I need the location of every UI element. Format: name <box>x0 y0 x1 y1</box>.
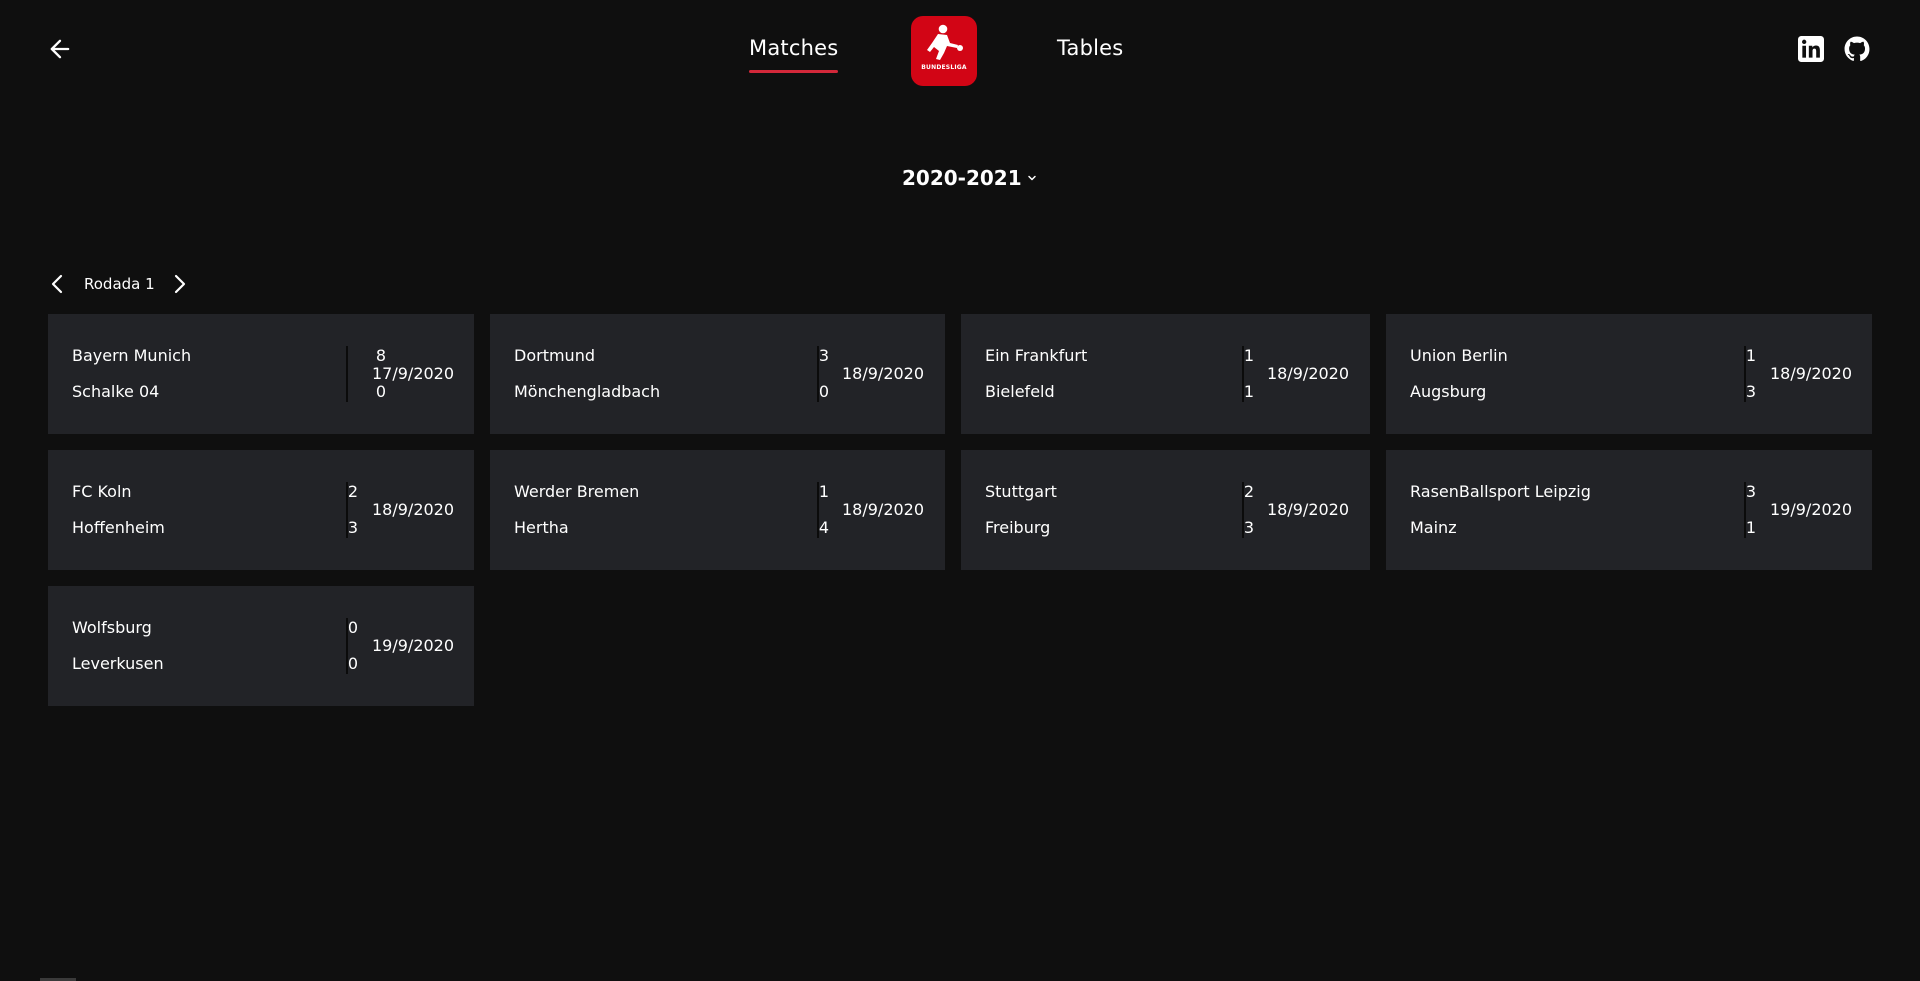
match-card[interactable]: Dortmund Mönchengladbach 3 0 18/9/2020 <box>490 314 945 434</box>
home-score: 8 <box>375 346 386 365</box>
home-score: 1 <box>1243 346 1254 365</box>
match-date: 19/9/2020 <box>372 636 455 655</box>
match-card[interactable]: Union Berlin Augsburg 1 3 18/9/2020 <box>1386 314 1872 434</box>
card-divider <box>346 618 348 674</box>
card-divider <box>346 482 348 538</box>
card-divider <box>1242 346 1244 402</box>
home-score: 3 <box>818 346 829 365</box>
away-score: 0 <box>347 654 358 673</box>
home-team: Bayern Munich <box>72 346 192 365</box>
home-team: Ein Frankfurt <box>985 346 1088 365</box>
away-score: 3 <box>1243 518 1254 537</box>
match-card[interactable]: FC Koln Hoffenheim 2 3 18/9/2020 <box>48 450 474 570</box>
player-kick-icon <box>927 24 963 60</box>
card-divider <box>1744 482 1746 538</box>
chevron-left-icon[interactable] <box>46 272 70 296</box>
away-team: Hertha <box>514 518 569 537</box>
tab-matches[interactable]: Matches <box>749 36 839 73</box>
card-divider <box>1744 346 1746 402</box>
match-date: 18/9/2020 <box>1267 500 1350 519</box>
season-label: 2020-2021 <box>902 166 1022 190</box>
logo-text: BUNDESLIGA <box>921 64 967 71</box>
bundesliga-logo[interactable]: BUNDESLIGA <box>911 16 977 86</box>
match-card[interactable]: RasenBallsport Leipzig Mainz 3 1 19/9/20… <box>1386 450 1872 570</box>
page: Matches BUNDESLIGA Tables 2020-2021 Roda… <box>0 0 1920 981</box>
round-navigation: Rodada 1 <box>46 272 191 296</box>
away-score: 4 <box>818 518 829 537</box>
match-date: 18/9/2020 <box>1770 364 1853 383</box>
card-divider <box>817 482 819 538</box>
card-divider <box>817 346 819 402</box>
card-divider <box>346 346 348 402</box>
away-score: 1 <box>1243 382 1254 401</box>
home-score: 1 <box>818 482 829 501</box>
match-date: 18/9/2020 <box>372 500 455 519</box>
away-team: Bielefeld <box>985 382 1055 401</box>
home-team: Wolfsburg <box>72 618 152 637</box>
home-score: 2 <box>347 482 358 501</box>
home-score: 1 <box>1745 346 1756 365</box>
match-card[interactable]: Bayern Munich Schalke 04 8 0 17/9/2020 <box>48 314 474 434</box>
away-team: Freiburg <box>985 518 1051 537</box>
arrow-left-icon[interactable] <box>46 35 74 63</box>
away-team: Mönchengladbach <box>514 382 661 401</box>
home-score: 2 <box>1243 482 1254 501</box>
away-team: Leverkusen <box>72 654 164 673</box>
away-score: 0 <box>818 382 829 401</box>
chevron-right-icon[interactable] <box>167 272 191 296</box>
home-team: Stuttgart <box>985 482 1057 501</box>
linkedin-icon[interactable] <box>1798 36 1824 62</box>
match-date: 17/9/2020 <box>372 364 455 383</box>
chevron-down-icon <box>1027 175 1036 181</box>
round-label: Rodada 1 <box>84 275 155 293</box>
card-divider <box>1242 482 1244 538</box>
away-team: Hoffenheim <box>72 518 165 537</box>
home-team: Union Berlin <box>1410 346 1508 365</box>
home-team: Werder Bremen <box>514 482 640 501</box>
away-score: 3 <box>347 518 358 537</box>
match-card[interactable]: Wolfsburg Leverkusen 0 0 19/9/2020 <box>48 586 474 706</box>
away-score: 0 <box>375 382 386 401</box>
tab-tables-label: Tables <box>1057 36 1124 60</box>
match-date: 18/9/2020 <box>1267 364 1350 383</box>
season-selector[interactable]: 2020-2021 <box>902 166 1038 190</box>
away-score: 3 <box>1745 382 1756 401</box>
tab-tables[interactable]: Tables <box>1057 36 1123 60</box>
home-score: 0 <box>347 618 358 637</box>
match-card[interactable]: Ein Frankfurt Bielefeld 1 1 18/9/2020 <box>961 314 1370 434</box>
match-date: 19/9/2020 <box>1770 500 1853 519</box>
away-team: Mainz <box>1410 518 1457 537</box>
home-team: Dortmund <box>514 346 595 365</box>
match-card[interactable]: Werder Bremen Hertha 1 4 18/9/2020 <box>490 450 945 570</box>
home-score: 3 <box>1745 482 1756 501</box>
away-score: 1 <box>1745 518 1756 537</box>
github-icon[interactable] <box>1844 36 1870 62</box>
match-card[interactable]: Stuttgart Freiburg 2 3 18/9/2020 <box>961 450 1370 570</box>
away-team: Schalke 04 <box>72 382 160 401</box>
match-date: 18/9/2020 <box>842 364 925 383</box>
home-team: RasenBallsport Leipzig <box>1410 482 1591 501</box>
tab-matches-label: Matches <box>749 36 839 60</box>
active-tab-underline <box>749 70 839 73</box>
away-team: Augsburg <box>1410 382 1487 401</box>
home-team: FC Koln <box>72 482 132 501</box>
match-date: 18/9/2020 <box>842 500 925 519</box>
